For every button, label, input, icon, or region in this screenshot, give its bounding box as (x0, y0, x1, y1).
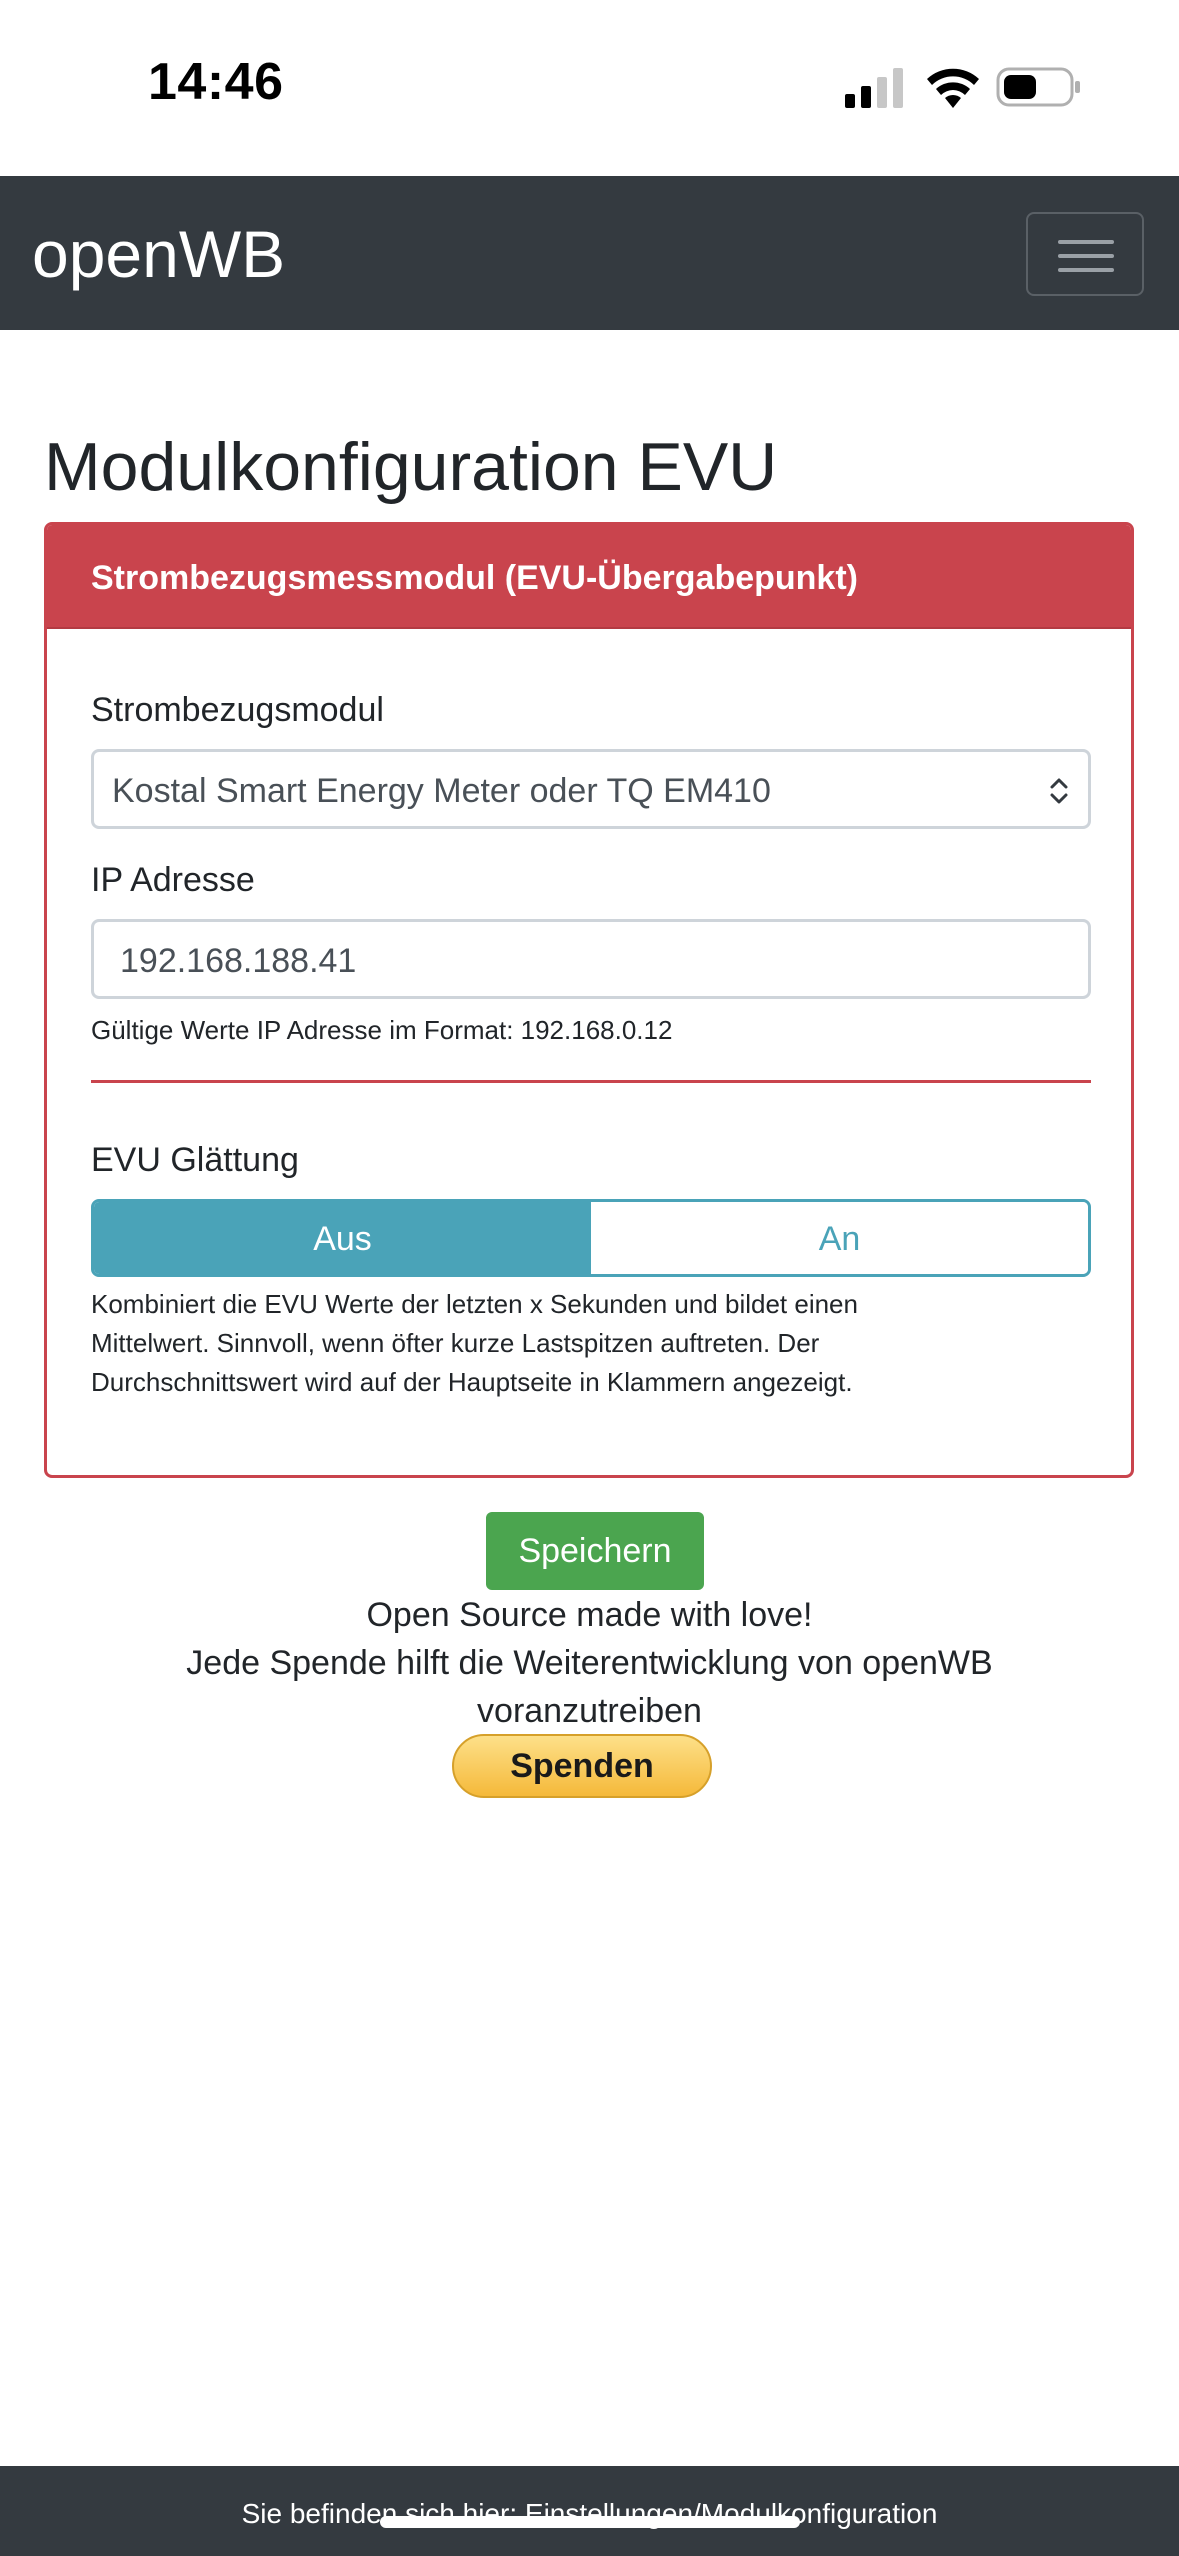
smoothing-off-button[interactable]: Aus (94, 1202, 591, 1274)
status-time: 14:46 (148, 53, 284, 111)
smoothing-label: EVU Glättung (91, 1141, 299, 1179)
wifi-icon (927, 68, 979, 108)
smoothing-help-line-2: Mittelwert. Sinnvoll, wenn öfter kurze L… (91, 1328, 820, 1358)
hamburger-line (1058, 268, 1114, 272)
smoothing-help-line-3: Durchschnittswert wird auf der Hauptseit… (91, 1367, 853, 1397)
module-select[interactable]: Kostal Smart Energy Meter oder TQ EM410 (91, 749, 1091, 829)
smoothing-help-line-1: Kombiniert die EVU Werte der letzten x S… (91, 1289, 858, 1319)
cellular-signal-icon (845, 68, 903, 108)
chevron-updown-icon (1050, 778, 1068, 804)
smoothing-help-text: Kombiniert die EVU Werte der letzten x S… (91, 1285, 858, 1402)
home-indicator[interactable] (380, 2516, 800, 2528)
hamburger-menu-icon (1058, 240, 1114, 244)
section-divider (91, 1080, 1091, 1083)
battery-icon (996, 67, 1080, 107)
menu-toggle-button[interactable] (1026, 212, 1144, 296)
footer-love-text: Open Source made with love! (366, 1596, 813, 1634)
navbar: openWB (0, 176, 1179, 330)
smoothing-toggle-group: Aus An (91, 1199, 1091, 1277)
ip-help-text: Gültige Werte IP Adresse im Format: 192.… (91, 1015, 673, 1045)
hamburger-line (1058, 254, 1114, 258)
breadcrumb: Sie befinden sich hier: Einstellungen/Mo… (0, 2466, 1179, 2556)
footer-donation-text-2: voranzutreiben (477, 1692, 702, 1730)
footer-donation-text-1: Jede Spende hilft die Weiterentwicklung … (186, 1644, 993, 1682)
ip-label: IP Adresse (91, 861, 255, 899)
module-select-value: Kostal Smart Energy Meter oder TQ EM410 (112, 772, 771, 810)
smoothing-on-button[interactable]: An (591, 1202, 1088, 1274)
donate-button[interactable]: Spenden (452, 1734, 712, 1798)
card-header: Strombezugsmessmodul (EVU-Übergabepunkt) (47, 525, 1131, 629)
page-title: Modulkonfiguration EVU (44, 429, 778, 505)
brand-logo[interactable]: openWB (32, 216, 285, 292)
status-bar: 14:46 (0, 0, 1179, 176)
evu-config-card: Strombezugsmessmodul (EVU-Übergabepunkt)… (44, 522, 1134, 1478)
module-label: Strombezugsmodul (91, 691, 384, 729)
save-button[interactable]: Speichern (486, 1512, 704, 1590)
ip-address-input[interactable]: 192.168.188.41 (91, 919, 1091, 999)
